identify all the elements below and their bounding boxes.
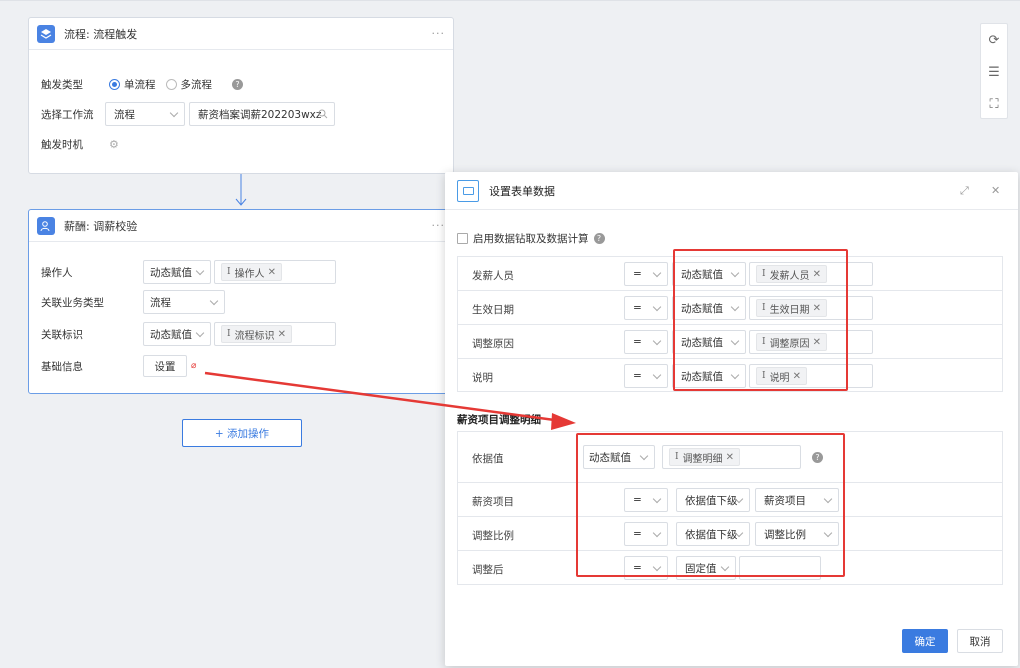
operator-row: 操作人 动态赋值 I 操作人 ✕	[41, 260, 336, 284]
rel-id-mode-select[interactable]: 动态赋值	[143, 322, 211, 346]
biz-type-label: 关联业务类型	[41, 296, 104, 309]
trigger-node[interactable]: 流程: 流程触发 ··· 触发类型 单流程 多流程 ? 选择工作流 流程 薪资档…	[28, 17, 454, 174]
biz-type-select[interactable]: 流程	[143, 290, 225, 314]
rel-id-label: 关联标识	[41, 328, 83, 341]
field-label: 说明	[472, 372, 493, 384]
salary-node-title: 薪酬: 调薪校验	[64, 219, 138, 233]
operator-label: 操作人	[41, 266, 73, 279]
op-select[interactable]: =	[624, 262, 668, 286]
chevron-down-icon	[652, 336, 662, 346]
text-field-icon: I	[227, 267, 231, 277]
pin-icon: ⌀	[191, 361, 197, 371]
expand-icon[interactable]: ⤢	[960, 184, 969, 198]
op-select[interactable]: =	[624, 330, 668, 354]
field-label: 调整原因	[472, 338, 514, 350]
form-data-dialog: 设置表单数据 ⤢ ✕ 启用数据钻取及数据计算 ? 发薪人员 = 动态赋值 I 发薪…	[445, 172, 1018, 666]
dialog-title: 设置表单数据	[489, 184, 555, 198]
user-icon	[37, 216, 55, 235]
operator-tag-label: 操作人	[234, 268, 265, 280]
op-value: =	[633, 370, 642, 382]
rel-id-tag[interactable]: I 流程标识 ✕	[221, 325, 292, 343]
close-icon[interactable]: ✕	[278, 329, 286, 340]
form-icon	[457, 179, 479, 202]
top-divider	[0, 0, 1020, 1]
section-title: 薪资项目调整明细	[457, 414, 541, 426]
biz-type-row: 关联业务类型 流程	[41, 290, 225, 314]
rel-id-field[interactable]: I 流程标识 ✕	[214, 322, 336, 346]
trigger-type-label: 触发类型	[41, 78, 83, 91]
field-label: 调整比例	[472, 530, 514, 542]
text-field-icon: I	[227, 329, 231, 339]
field-label: 调整后	[472, 564, 504, 576]
rel-id-mode-value: 动态赋值	[150, 328, 192, 341]
trigger-type-row: 触发类型 单流程 多流程 ?	[41, 72, 243, 96]
enable-calc-row: 启用数据钻取及数据计算 ?	[457, 231, 605, 246]
add-operation-button[interactable]: + 添加操作	[182, 419, 302, 447]
help-icon[interactable]: ?	[232, 78, 243, 90]
close-icon[interactable]: ✕	[991, 184, 1000, 197]
trigger-node-header: 流程: 流程触发 ···	[29, 18, 453, 50]
multi-flow-radio[interactable]	[165, 78, 177, 90]
operator-field[interactable]: I 操作人 ✕	[214, 260, 336, 284]
chevron-down-icon	[195, 328, 205, 338]
op-select[interactable]: =	[624, 296, 668, 320]
single-flow-radio[interactable]	[109, 78, 120, 90]
trigger-time-label: 触发时机	[41, 138, 83, 151]
side-toolbar: ⟳ ☰ ⛶	[980, 23, 1008, 119]
workflow-value: 薪资档案调薪202203wxz	[198, 108, 322, 121]
chevron-down-icon	[652, 268, 662, 278]
more-icon[interactable]: ···	[432, 27, 446, 40]
workflow-type-select[interactable]: 流程	[105, 102, 185, 126]
dialog-header: 设置表单数据 ⤢ ✕	[445, 172, 1018, 210]
set-button[interactable]: 设置	[143, 355, 187, 377]
operator-mode-select[interactable]: 动态赋值	[143, 260, 211, 284]
layers-icon	[37, 24, 55, 43]
close-icon[interactable]: ✕	[268, 267, 276, 278]
help-icon[interactable]: ?	[593, 233, 605, 244]
salary-node-header: 薪酬: 调薪校验 ···	[29, 210, 453, 242]
connector-arrow	[235, 174, 247, 206]
op-value: =	[633, 268, 642, 280]
enable-calc-checkbox[interactable]	[457, 233, 468, 244]
rel-id-tag-label: 流程标识	[234, 330, 275, 342]
rel-id-row: 关联标识 动态赋值 I 流程标识 ✕	[41, 322, 336, 346]
cancel-button[interactable]: 取消	[957, 629, 1003, 653]
chevron-down-icon	[195, 266, 205, 276]
op-value: =	[633, 302, 642, 314]
field-label: 生效日期	[472, 304, 514, 316]
workflow-row: 选择工作流 流程 薪资档案调薪202203wxz	[41, 102, 335, 126]
field-label: 发薪人员	[472, 270, 514, 282]
salary-node[interactable]: 薪酬: 调薪校验 ··· 操作人 动态赋值 I 操作人 ✕ 关联业务类型 流程 关联…	[28, 209, 454, 394]
basis-label: 依据值	[472, 453, 504, 465]
workflow-label: 选择工作流	[41, 108, 94, 121]
chevron-down-icon	[652, 302, 662, 312]
trigger-node-title: 流程: 流程触发	[64, 27, 138, 41]
fit-view-icon[interactable]: ⛶	[981, 88, 1007, 120]
field-label: 薪资项目	[472, 496, 514, 508]
chevron-down-icon	[169, 108, 179, 118]
layout-icon[interactable]: ☰	[981, 56, 1007, 88]
gear-icon[interactable]: ⚙	[109, 138, 119, 151]
chevron-down-icon	[209, 296, 219, 306]
operator-tag[interactable]: I 操作人 ✕	[221, 263, 282, 281]
more-icon[interactable]: ···	[432, 219, 446, 232]
refresh-icon[interactable]: ⟳	[981, 24, 1007, 56]
single-flow-label[interactable]: 单流程	[124, 77, 156, 92]
workflow-type-value: 流程	[114, 108, 135, 121]
base-info-row: 基础信息 设置 ⌀	[41, 354, 196, 378]
base-info-label: 基础信息	[41, 360, 83, 373]
annotation-box	[673, 249, 848, 391]
operator-mode-value: 动态赋值	[150, 266, 192, 279]
chevron-down-icon	[652, 370, 662, 380]
enable-calc-label[interactable]: 启用数据钻取及数据计算	[473, 231, 589, 246]
search-icon	[318, 109, 328, 119]
op-value: =	[633, 336, 642, 348]
trigger-time-row: 触发时机 ⚙	[41, 132, 119, 156]
biz-type-value: 流程	[150, 296, 171, 309]
op-select[interactable]: =	[624, 364, 668, 388]
annotation-box	[576, 433, 845, 577]
multi-flow-label[interactable]: 多流程	[181, 77, 213, 92]
workflow-search-input[interactable]: 薪资档案调薪202203wxz	[189, 102, 335, 126]
ok-button[interactable]: 确定	[902, 629, 948, 653]
